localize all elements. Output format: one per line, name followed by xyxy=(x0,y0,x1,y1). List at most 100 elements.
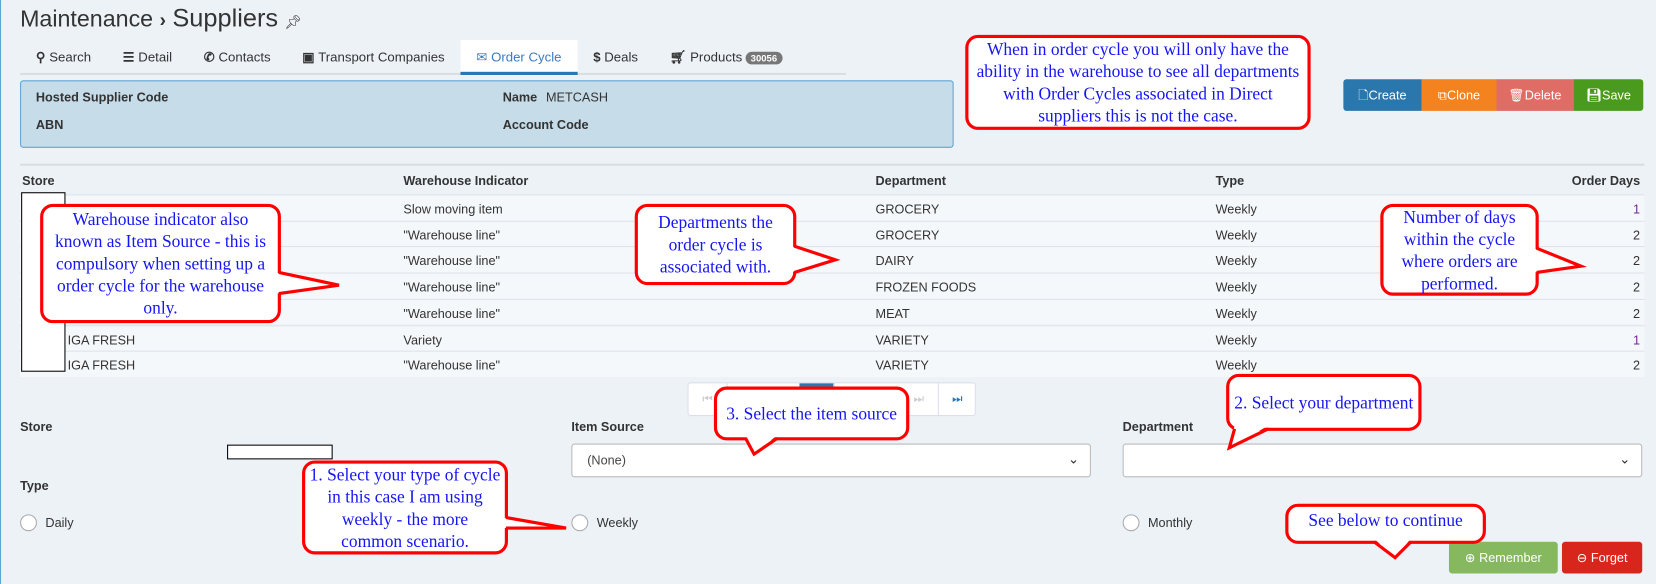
callout-order-days: Number of days within the cycle where or… xyxy=(1380,203,1539,296)
cart-icon: 🛒︎ xyxy=(669,49,687,65)
warehouse-indicator-cell: "Warehouse line" xyxy=(403,253,501,269)
tab-order-cycle[interactable]: ✉ Order Cycle xyxy=(460,40,578,75)
type-cell: Weekly xyxy=(1215,332,1257,347)
tab-search[interactable]: ⚲ Search xyxy=(20,40,107,75)
col-type[interactable]: Type xyxy=(1216,173,1245,188)
products-count-badge: 30056 xyxy=(745,51,783,65)
table-row[interactable]: IGA FRESH Variety VARIETY Weekly 1 xyxy=(20,324,1645,351)
tab-deals[interactable]: $ Deals xyxy=(577,40,653,75)
store-cell: IGA FRESH xyxy=(67,358,136,374)
order-days-cell: 1 xyxy=(1633,201,1641,217)
type-weekly-label[interactable]: Weekly xyxy=(597,515,638,530)
file-icon: 🗋︎ xyxy=(1358,87,1369,103)
type-cell: Weekly xyxy=(1215,201,1257,217)
type-cell: Weekly xyxy=(1215,253,1257,269)
type-cell: Weekly xyxy=(1215,306,1257,321)
order-days-cell: 2 xyxy=(1633,227,1641,243)
tab-detail[interactable]: ☰ Detail xyxy=(107,40,188,75)
minus-circle-icon: ⊖ xyxy=(1576,550,1588,566)
department-cell: GROCERY xyxy=(875,201,940,217)
col-store[interactable]: Store xyxy=(22,173,54,188)
warehouse-indicator-cell: "Warehouse line" xyxy=(403,306,501,321)
type-cell: Weekly xyxy=(1215,227,1257,243)
abn-label: ABN xyxy=(35,117,64,133)
plus-circle-icon: ⊕ xyxy=(1464,550,1476,566)
department-cell: MEAT xyxy=(875,306,910,321)
save-icon: 💾︎ xyxy=(1585,87,1603,103)
warehouse-indicator-cell: "Warehouse line" xyxy=(403,279,501,295)
department-cell: VARIETY xyxy=(875,358,929,374)
phone-icon: ✆ xyxy=(203,49,215,65)
search-icon: ⚲ xyxy=(35,49,46,65)
type-daily-label[interactable]: Daily xyxy=(45,515,73,530)
warehouse-indicator-cell: Slow moving item xyxy=(403,201,503,217)
item-source-select[interactable]: (None) ⌄ xyxy=(571,443,1091,478)
pin-icon[interactable]: 📌︎ xyxy=(285,14,302,30)
order-days-cell: 2 xyxy=(1633,306,1641,321)
create-button[interactable]: 🗋︎Create xyxy=(1343,79,1422,111)
col-warehouse-indicator[interactable]: Warehouse Indicator xyxy=(403,173,528,188)
col-order-days[interactable]: Order Days xyxy=(1572,173,1640,188)
copy-icon: ⧉ xyxy=(1437,87,1447,103)
department-cell: VARIETY xyxy=(875,332,929,347)
trash-icon: 🗑︎ xyxy=(1508,87,1525,103)
department-cell: GROCERY xyxy=(875,227,940,243)
chevron-down-icon: ⌄ xyxy=(1619,450,1631,467)
order-days-cell: 2 xyxy=(1633,279,1641,295)
chevron-down-icon: ⌄ xyxy=(1067,450,1080,467)
hosted-supplier-code-label: Hosted Supplier Code xyxy=(35,89,169,105)
callout-type: 1. Select your type of cycle in this cas… xyxy=(302,460,508,555)
page-title: Maintenance › Suppliers 📌︎ xyxy=(20,4,302,34)
page: Maintenance › Suppliers 📌︎ ⚲ Search ☰ De… xyxy=(0,0,1656,584)
delete-button[interactable]: 🗑︎Delete xyxy=(1496,79,1574,111)
type-cell: Weekly xyxy=(1215,358,1257,374)
store-cell: IGA FRESH xyxy=(67,332,136,347)
dollar-icon: $ xyxy=(593,49,601,65)
tab-contacts[interactable]: ✆ Contacts xyxy=(188,40,287,75)
tab-products[interactable]: 🛒︎ Products 30056 xyxy=(654,40,798,75)
forget-button[interactable]: ⊖ Forget xyxy=(1561,541,1643,574)
type-monthly-label[interactable]: Monthly xyxy=(1148,515,1192,530)
callout-top-note: When in order cycle you will only have t… xyxy=(965,34,1311,130)
type-label: Type xyxy=(20,478,49,494)
callout-continue: See below to continue xyxy=(1285,503,1486,544)
tab-transport-companies[interactable]: ▣ Transport Companies xyxy=(286,40,460,75)
last-page-button[interactable]: ⏭ xyxy=(939,383,976,416)
account-code-label: Account Code xyxy=(502,117,589,133)
save-button[interactable]: 💾︎Save xyxy=(1573,79,1644,111)
order-days-cell: 2 xyxy=(1633,253,1641,269)
department-select[interactable]: ⌄ xyxy=(1122,443,1643,478)
tab-bar: ⚲ Search ☰ Detail ✆ Contacts ▣ Transport… xyxy=(20,40,846,75)
col-department[interactable]: Department xyxy=(876,173,946,188)
order-days-cell: 1 xyxy=(1633,332,1641,347)
item-source-label: Item Source xyxy=(571,419,644,435)
warehouse-indicator-cell: "Warehouse line" xyxy=(403,227,501,243)
name-value: METCASH xyxy=(546,89,608,105)
type-monthly-radio[interactable] xyxy=(1122,514,1140,532)
callout-warehouse-indicator: Warehouse indicator also known as Item S… xyxy=(40,203,281,324)
type-daily-radio[interactable] xyxy=(20,514,37,532)
remember-button[interactable]: ⊕ Remember xyxy=(1448,541,1558,574)
store-label: Store xyxy=(20,419,53,435)
department-cell: DAIRY xyxy=(875,253,915,269)
redacted-store-value xyxy=(227,444,333,460)
callout-department: 2. Select your department xyxy=(1226,373,1422,431)
name-label: Name xyxy=(502,89,538,105)
warehouse-indicator-cell: "Warehouse line" xyxy=(403,358,501,374)
department-label: Department xyxy=(1122,419,1194,435)
callout-departments: Departments the order cycle is associate… xyxy=(634,203,797,286)
order-days-cell: 2 xyxy=(1633,358,1641,374)
breadcrumb-page: Suppliers xyxy=(172,4,279,33)
breadcrumb-section[interactable]: Maintenance xyxy=(20,5,153,31)
breadcrumb-separator: › xyxy=(159,9,166,31)
list-icon: ☰ xyxy=(122,49,135,65)
type-cell: Weekly xyxy=(1215,279,1257,295)
department-cell: FROZEN FOODS xyxy=(875,279,977,295)
warehouse-indicator-cell: Variety xyxy=(403,332,442,347)
envelope-icon: ✉ xyxy=(476,49,488,65)
type-weekly-radio[interactable] xyxy=(571,514,589,532)
bus-icon: ▣ xyxy=(302,49,315,65)
supplier-info-panel: Hosted Supplier Code Name METCASH ABN Ac… xyxy=(20,80,954,148)
clone-button[interactable]: ⧉Clone xyxy=(1421,79,1497,111)
callout-item-source: 3. Select the item source xyxy=(713,386,910,441)
